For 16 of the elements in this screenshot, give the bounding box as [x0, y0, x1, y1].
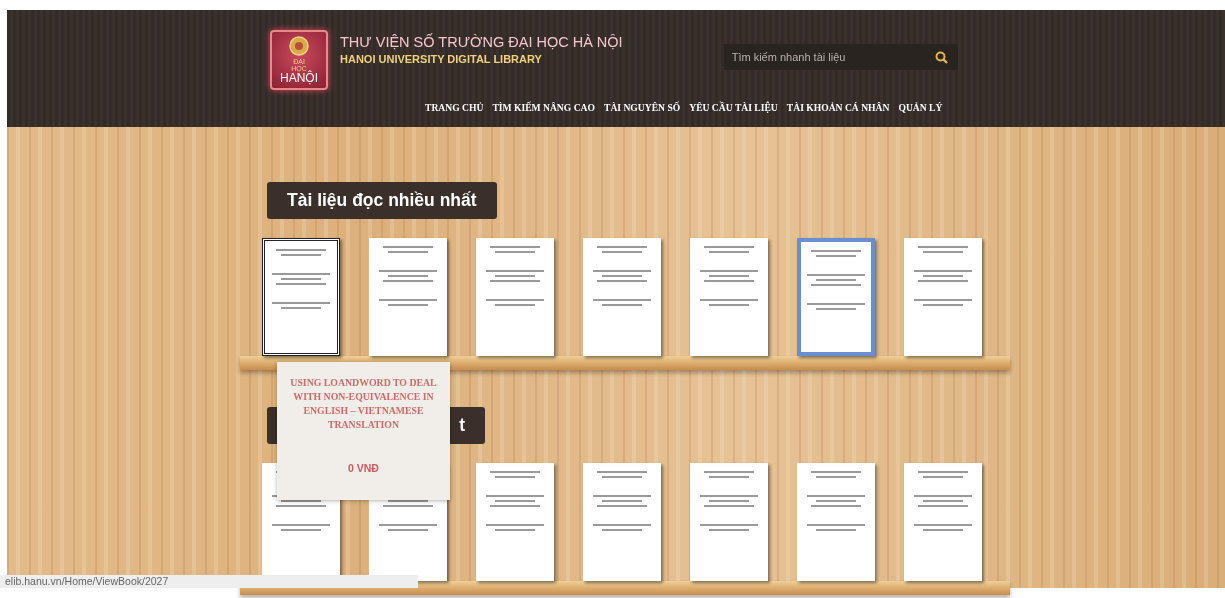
site-title: THƯ VIỆN SỐ TRƯỜNG ĐẠI HỌC HÀ NỘI	[340, 34, 623, 50]
logo-text: HANỘI	[280, 72, 318, 85]
nav-link[interactable]: QUẢN LÝ	[898, 102, 943, 113]
nav-link[interactable]: TRANG CHỦ	[425, 102, 484, 113]
nav-link[interactable]: TÀI NGUYÊN SỐ	[604, 102, 681, 113]
book-price: 0 VNĐ	[347, 462, 380, 474]
site-subtitle: HANOI UNIVERSITY DIGITAL LIBRARY	[340, 53, 543, 65]
nav-link[interactable]: TÀI KHOẢN CÁ NHÂN	[786, 102, 890, 113]
emblem-icon	[288, 35, 310, 57]
shelf-heading: Tài liệu đọc nhiều nhất	[267, 182, 497, 219]
nav-link[interactable]: TÌM KIẾM NÂNG CAO	[492, 102, 595, 113]
nav-link[interactable]: YÊU CẦU TÀI LIỆU	[689, 102, 778, 113]
book-cover[interactable]	[262, 238, 340, 356]
search-field[interactable]: Tìm kiếm nhanh tài liệu	[723, 44, 958, 70]
search-icon[interactable]	[934, 51, 948, 64]
status-bar-url: elib.hanu.vn/Home/ViewBook/2027	[0, 575, 418, 588]
